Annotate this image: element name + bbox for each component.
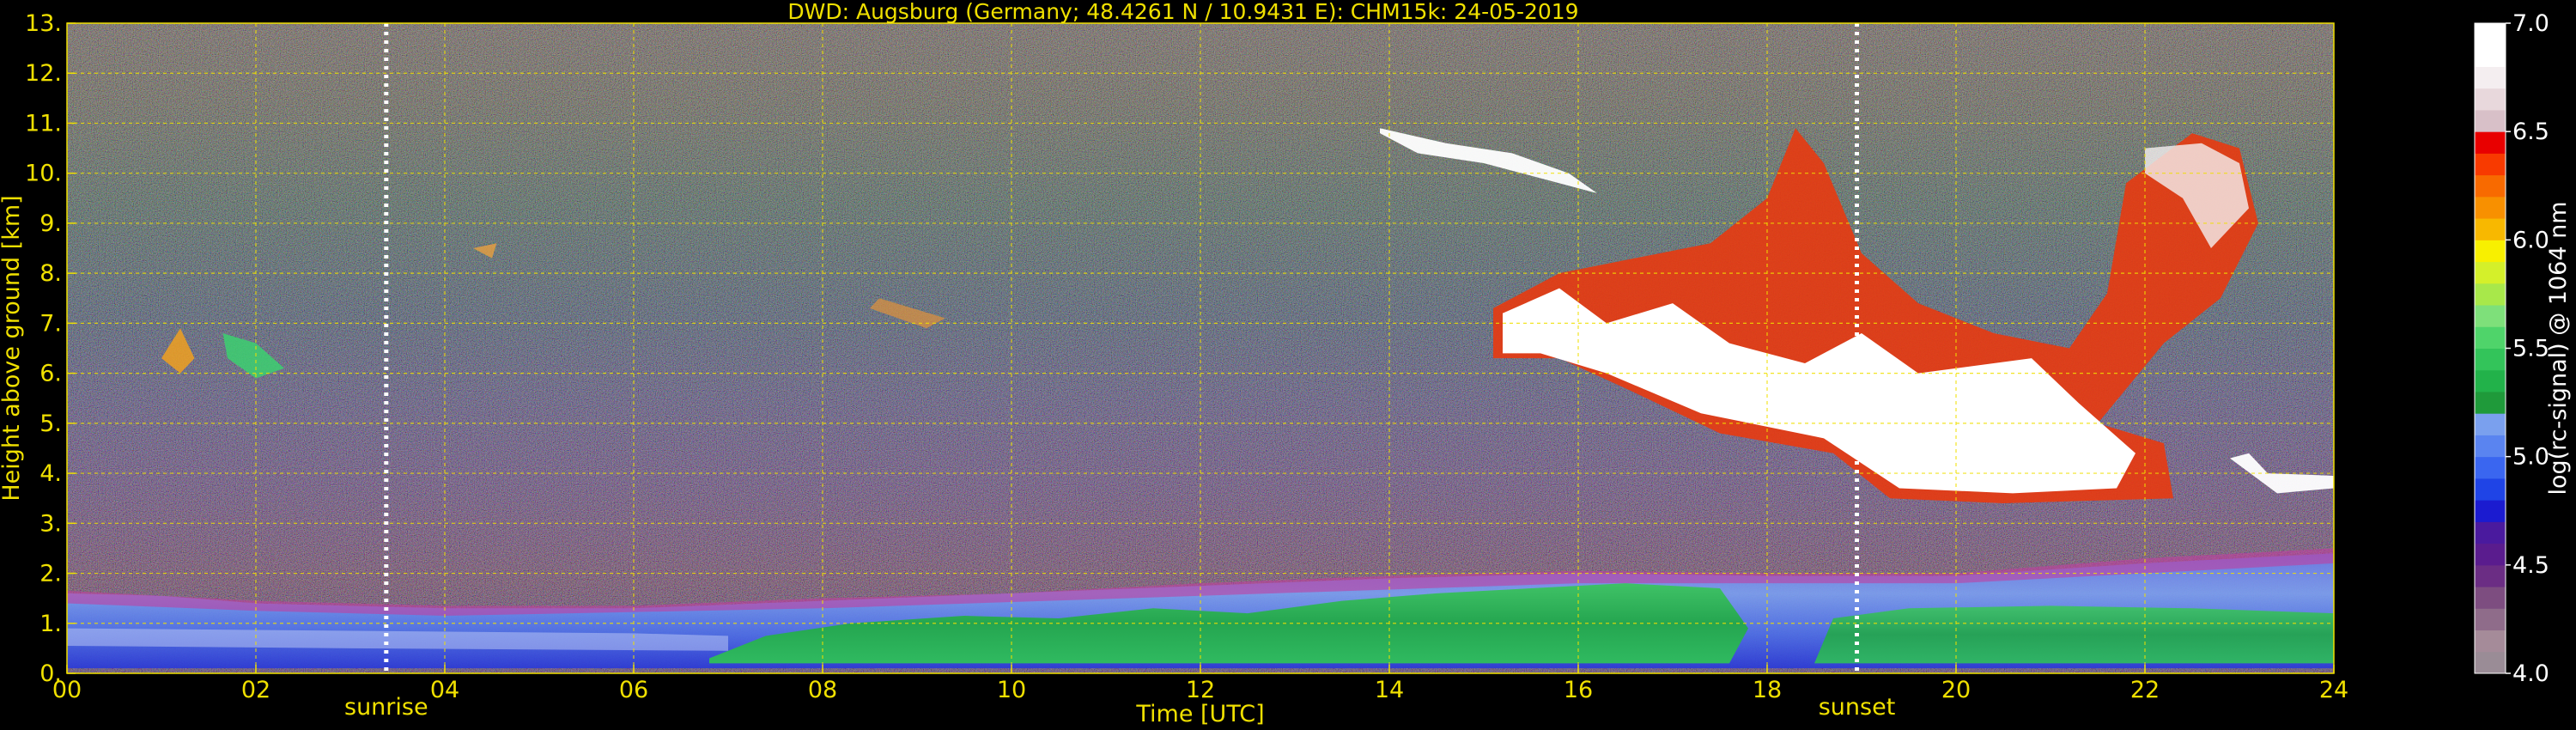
ceilometer-chart: 00 02 04 06 08 10 12 14 16 18 20 22 24 0.1.2.3.4.5.6…	[0, 0, 2572, 727]
x-tick-label: 10	[997, 677, 1026, 703]
colorbar: 4.0 4.5 5.0 5.5 6.0 6.5 7.0	[2474, 10, 2549, 687]
colorbar-segment	[2475, 305, 2506, 327]
y-tick-label: 5.	[39, 411, 62, 437]
y-tick-label: 10.	[25, 161, 62, 187]
colorbar-segment	[2475, 109, 2506, 132]
colorbar-segment	[2475, 435, 2506, 458]
x-tick-label: 08	[808, 677, 837, 703]
colorbar-segment	[2475, 240, 2506, 263]
y-tick-label: 6.	[39, 361, 62, 387]
colorbar-segment	[2475, 261, 2506, 284]
y-tick-label: 11.	[25, 110, 62, 137]
x-tick-label: 02	[241, 677, 270, 703]
x-tick-label: 06	[619, 677, 648, 703]
x-tick-label: 12	[1186, 677, 1215, 703]
colorbar-segment	[2475, 564, 2506, 587]
colorbar-segment	[2475, 500, 2506, 522]
colorbar-segment	[2475, 196, 2506, 219]
colorbar-tick-label: 4.0	[2512, 660, 2549, 687]
colorbar-tick-label: 6.5	[2512, 119, 2549, 145]
colorbar-segment	[2475, 174, 2506, 198]
colorbar-segment	[2475, 413, 2506, 435]
x-tick-label: 18	[1753, 677, 1782, 703]
y-axis-label: Height above ground [km]	[0, 195, 25, 501]
colorbar-segment	[2475, 651, 2506, 674]
colorbar-segment	[2475, 543, 2506, 566]
y-tick-label: 7.	[39, 310, 62, 337]
colorbar-segment	[2475, 45, 2506, 67]
colorbar-segment	[2475, 23, 2506, 46]
colorbar-tick-label: 7.0	[2512, 10, 2549, 37]
colorbar-label: log(rc-signal) @ 1064 nm	[2545, 201, 2572, 495]
colorbar-segment	[2475, 478, 2506, 501]
colorbar-segment	[2475, 153, 2506, 176]
colorbar-segment	[2475, 630, 2506, 653]
colorbar-segment	[2475, 608, 2506, 631]
y-tick-label: 12.	[25, 60, 62, 87]
colorbar-segment	[2475, 88, 2506, 111]
colorbar-tick-label: 6.0	[2512, 227, 2549, 253]
y-tick-label: 4.	[39, 460, 62, 487]
colorbar-tick-label: 5.0	[2512, 444, 2549, 471]
x-axis-label: Time [UTC]	[1135, 701, 1264, 727]
colorbar-segment	[2475, 369, 2506, 392]
boundary-layer-green-evening	[1814, 605, 2334, 664]
y-tick-label: 3.	[39, 510, 62, 537]
colorbar-segment	[2475, 391, 2506, 414]
x-tick-label: 22	[2130, 677, 2160, 703]
x-tick-label: 16	[1564, 677, 1593, 703]
y-tick-label: 1.	[39, 611, 62, 637]
x-tick-label: 20	[1941, 677, 1971, 703]
x-tick-label: 14	[1375, 677, 1404, 703]
colorbar-segment	[2475, 283, 2506, 306]
plot-area	[66, 22, 2335, 674]
colorbar-segment	[2475, 66, 2506, 89]
x-tick-label: 24	[2319, 677, 2348, 703]
colorbar-segment	[2475, 587, 2506, 609]
colorbar-segment	[2475, 521, 2506, 544]
sunrise-label: sunrise	[344, 694, 428, 721]
colorbar-segment	[2475, 131, 2506, 154]
y-tick-label: 8.	[39, 260, 62, 287]
y-tick-label: 9.	[39, 210, 62, 237]
sunset-label: sunset	[1819, 694, 1896, 721]
colorbar-tick-label: 4.5	[2512, 552, 2549, 579]
colorbar-tick-label: 5.5	[2512, 336, 2549, 362]
x-tick-label: 04	[430, 677, 459, 703]
colorbar-segment	[2475, 348, 2506, 371]
colorbar-segment	[2475, 326, 2506, 349]
colorbar-segment	[2475, 456, 2506, 479]
y-tick-label: 13.	[25, 10, 62, 37]
colorbar-segment	[2475, 218, 2506, 240]
y-tick-label: 0.	[39, 660, 62, 687]
chart-title: DWD: Augsburg (Germany; 48.4261 N / 10.9…	[787, 0, 1578, 24]
y-tick-label: 2.	[39, 561, 62, 587]
